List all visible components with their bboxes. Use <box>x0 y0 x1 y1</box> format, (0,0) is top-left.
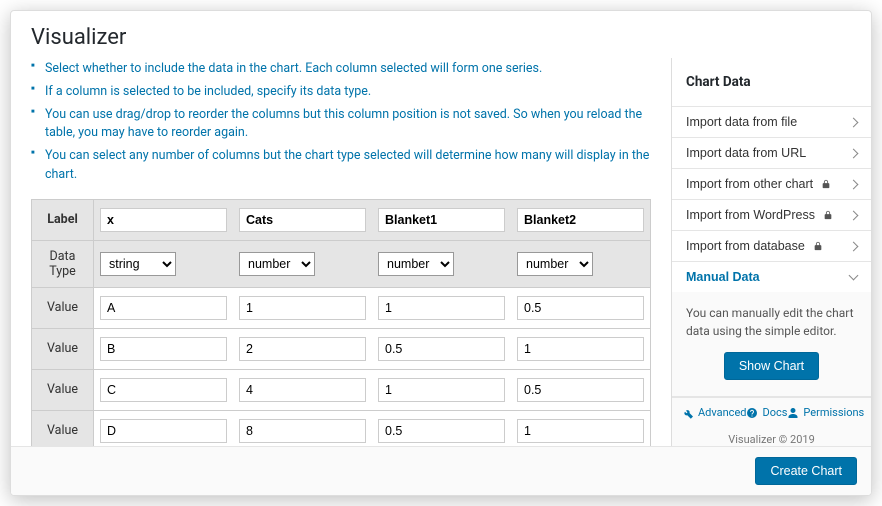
chevron-right-icon <box>849 210 859 220</box>
help-icon <box>746 407 758 419</box>
column-label-input[interactable] <box>517 208 644 232</box>
hint-item: Select whether to include the data in th… <box>31 58 651 81</box>
hints-list: Select whether to include the data in th… <box>31 58 651 199</box>
lock-icon <box>813 241 823 251</box>
row-label: Value <box>32 288 94 328</box>
accordion-item[interactable]: Import from other chart <box>672 169 871 199</box>
row-label: Label <box>32 200 94 240</box>
value-input[interactable] <box>239 419 366 443</box>
datatype-select[interactable]: number <box>378 252 454 276</box>
chevron-right-icon <box>849 117 859 127</box>
accordion-label: Manual Data <box>686 270 760 284</box>
value-input[interactable] <box>239 378 366 402</box>
permissions-link[interactable]: Permissions <box>787 406 864 419</box>
value-input[interactable] <box>517 337 644 361</box>
value-input[interactable] <box>239 337 366 361</box>
lock-icon <box>821 179 831 189</box>
row-label: Value <box>32 329 94 369</box>
manual-data-body: You can manually edit the chart data usi… <box>672 292 871 396</box>
advanced-link[interactable]: Advanced <box>682 406 746 419</box>
accordion-label: Import from database <box>686 239 823 253</box>
sidebar-tools: Advanced Docs Permissions <box>672 397 871 427</box>
main-panel: Select whether to include the data in th… <box>11 58 671 446</box>
value-input[interactable] <box>239 296 366 320</box>
value-input[interactable] <box>378 378 505 402</box>
page-title: Visualizer <box>11 11 871 58</box>
row-label: Value <box>32 411 94 447</box>
column-label-input[interactable] <box>100 208 227 232</box>
accordion-label: Import data from file <box>686 115 797 129</box>
data-grid: LabelDataTypestring number number number Val… <box>31 199 651 447</box>
value-input[interactable] <box>378 419 505 443</box>
create-chart-button[interactable]: Create Chart <box>755 457 857 485</box>
user-icon <box>787 407 799 419</box>
sidebar-header: Chart Data <box>672 58 871 107</box>
datatype-select[interactable]: string <box>100 252 176 276</box>
value-input[interactable] <box>100 337 227 361</box>
docs-link[interactable]: Docs <box>746 406 787 419</box>
datatype-select[interactable]: number <box>517 252 593 276</box>
value-input[interactable] <box>517 296 644 320</box>
hint-item: If a column is selected to be included, … <box>31 81 651 104</box>
chevron-right-icon <box>849 179 859 189</box>
value-input[interactable] <box>100 296 227 320</box>
lock-icon <box>823 210 833 220</box>
value-input[interactable] <box>100 378 227 402</box>
hint-item: You can select any number of columns but… <box>31 145 651 187</box>
chevron-right-icon <box>849 148 859 158</box>
accordion-manual-data[interactable]: Manual Data <box>672 262 871 292</box>
hint-item: You can use drag/drop to reorder the col… <box>31 104 651 146</box>
accordion-item[interactable]: Import from database <box>672 231 871 261</box>
accordion-item[interactable]: Import from WordPress <box>672 200 871 230</box>
accordion-item[interactable]: Import data from file <box>672 107 871 137</box>
value-input[interactable] <box>100 419 227 443</box>
value-input[interactable] <box>378 337 505 361</box>
value-input[interactable] <box>517 419 644 443</box>
column-label-input[interactable] <box>239 208 366 232</box>
column-label-input[interactable] <box>378 208 505 232</box>
row-label: Value <box>32 370 94 410</box>
accordion-label: Import from WordPress <box>686 208 833 222</box>
footer: Create Chart <box>11 446 871 495</box>
manual-data-desc: You can manually edit the chart data usi… <box>686 304 857 340</box>
chevron-right-icon <box>849 241 859 251</box>
row-label: DataType <box>32 241 94 287</box>
value-input[interactable] <box>517 378 644 402</box>
datatype-select[interactable]: number <box>239 252 315 276</box>
copyright: Visualizer © 2019 <box>672 427 871 446</box>
value-input[interactable] <box>378 296 505 320</box>
accordion-label: Import from other chart <box>686 177 831 191</box>
show-chart-button[interactable]: Show Chart <box>724 352 819 380</box>
chevron-down-icon <box>849 271 859 281</box>
accordion-item[interactable]: Import data from URL <box>672 138 871 168</box>
wrench-icon <box>682 407 694 419</box>
accordion-label: Import data from URL <box>686 146 806 160</box>
sidebar: Chart Data Import data from file Import d… <box>671 58 871 446</box>
